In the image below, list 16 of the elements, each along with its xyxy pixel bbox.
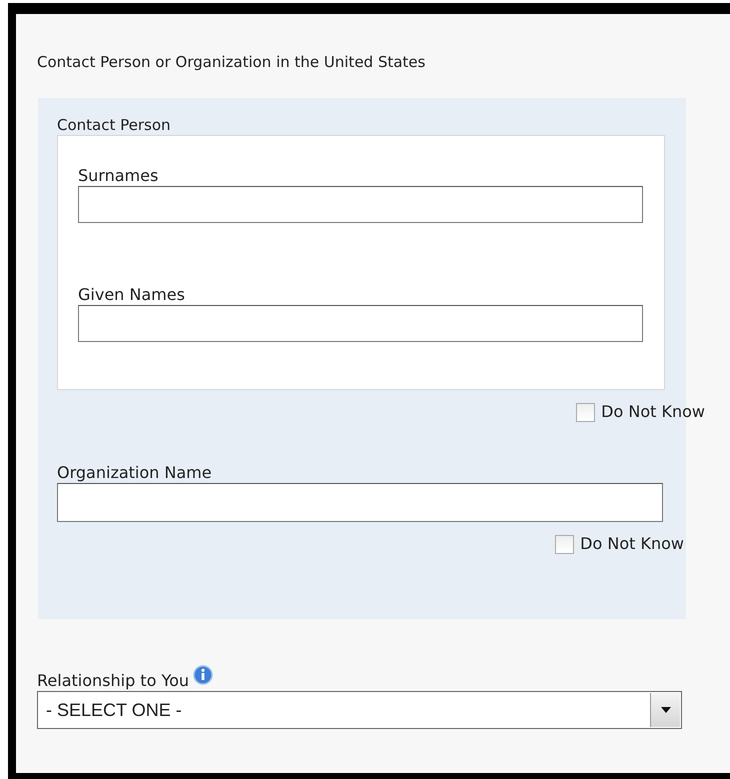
- group-title: Contact Person: [57, 115, 172, 135]
- field-label: Organization Name: [57, 463, 213, 483]
- text-field[interactable]: [78, 305, 643, 342]
- field-label: Relationship to You: [37, 671, 190, 691]
- field-label: Surnames: [78, 166, 160, 186]
- info-icon[interactable]: [193, 665, 214, 685]
- text-field[interactable]: [78, 186, 643, 223]
- checkbox[interactable]: [555, 534, 574, 554]
- field-label: Given Names: [78, 285, 186, 305]
- checkbox-label: Do Not Know: [601, 401, 705, 423]
- section-title: Contact Person or Organization in the United States: [37, 52, 426, 72]
- dropdown[interactable]: - SELECT ONE -: [37, 691, 682, 729]
- checkbox[interactable]: [576, 402, 596, 422]
- caret-icon: [660, 707, 670, 713]
- text-field[interactable]: [57, 483, 663, 522]
- checkbox-label: Do Not Know: [580, 533, 684, 555]
